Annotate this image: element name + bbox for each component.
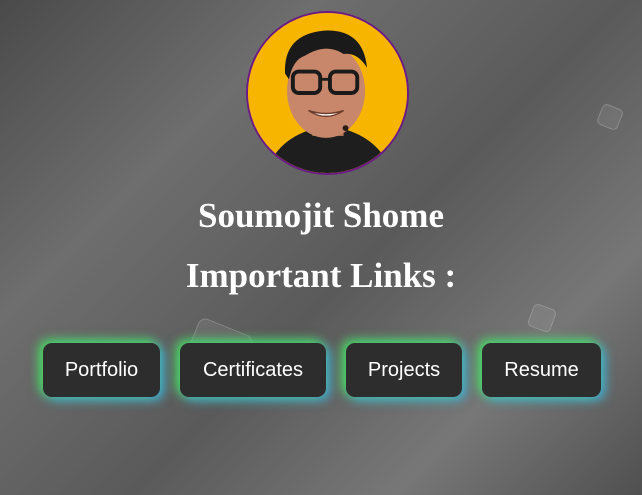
portfolio-button[interactable]: Portfolio: [43, 343, 160, 397]
projects-button[interactable]: Projects: [346, 343, 462, 397]
avatar: [246, 11, 409, 175]
decorative-square: [526, 302, 558, 334]
profile-name: Soumojit Shome: [198, 196, 444, 235]
links-row: Portfolio Certificates Projects Resume: [0, 343, 642, 397]
avatar-image: [248, 13, 407, 173]
certificates-button[interactable]: Certificates: [180, 343, 326, 397]
decorative-square: [595, 102, 625, 132]
resume-button[interactable]: Resume: [482, 343, 601, 397]
links-heading: Important Links :: [185, 256, 457, 295]
